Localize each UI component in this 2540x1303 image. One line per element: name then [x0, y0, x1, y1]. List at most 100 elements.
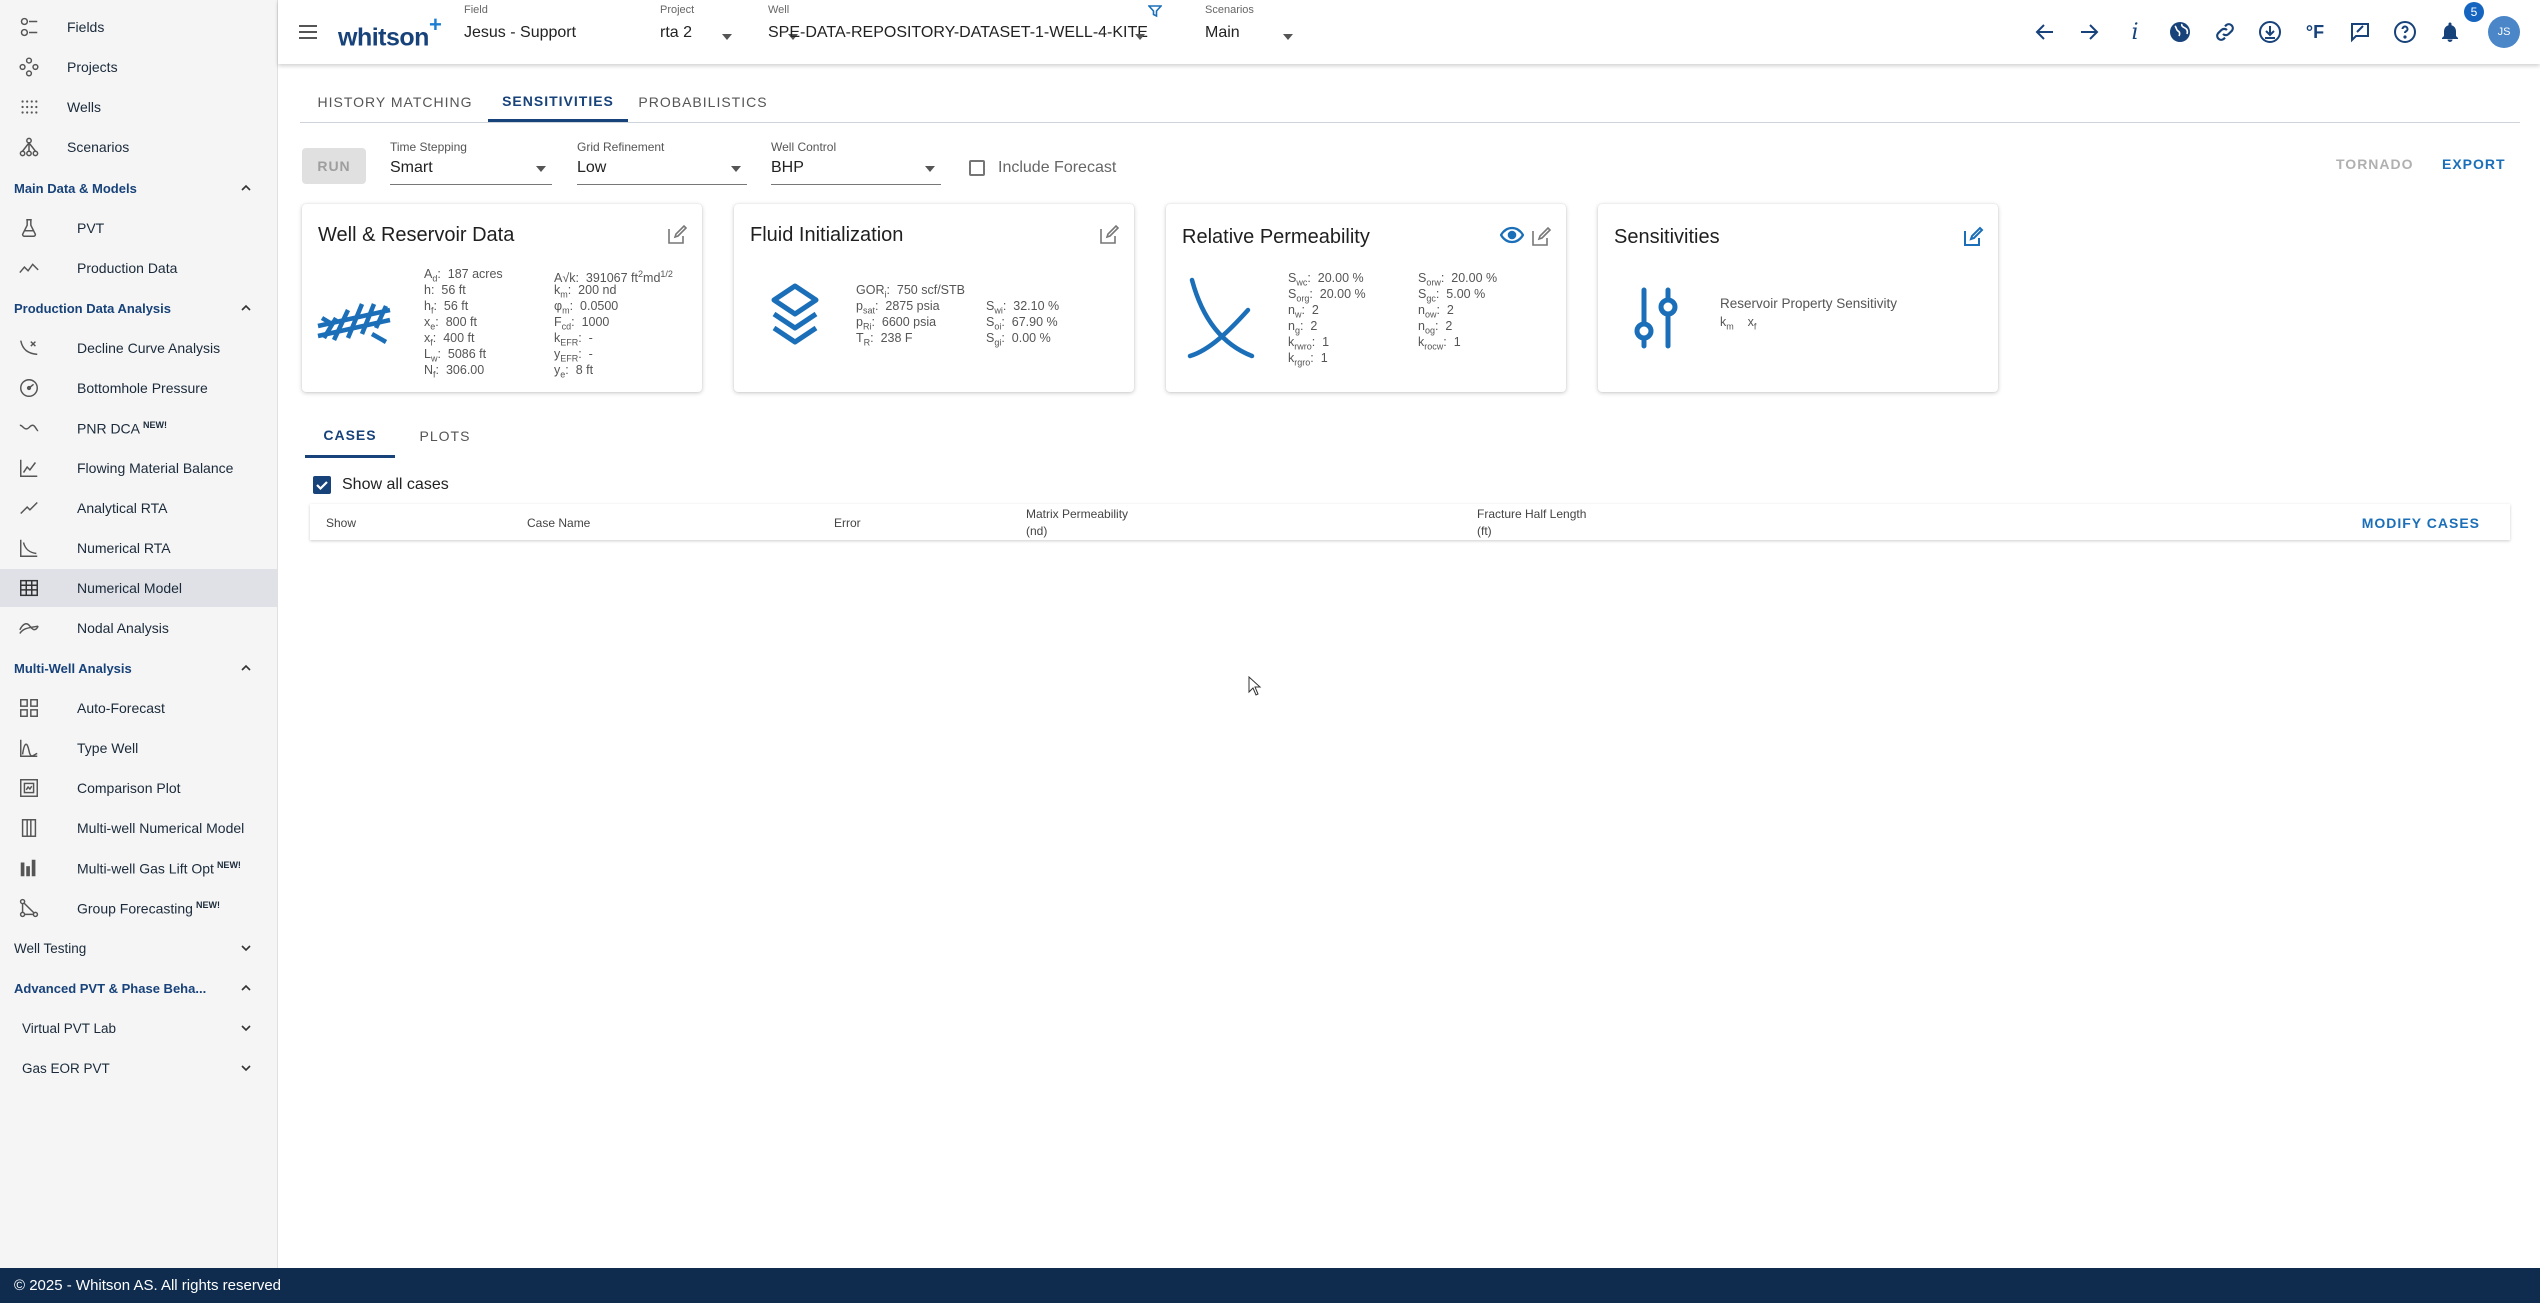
sub-tabs: CASES PLOTS	[305, 414, 2515, 458]
sidebar-item-pnr-dca[interactable]: PNR DCA NEW!	[0, 409, 277, 447]
section-main-data[interactable]: Main Data & Models	[0, 169, 277, 207]
feedback-icon[interactable]	[2344, 16, 2376, 48]
edit-icon[interactable]	[1530, 226, 1552, 248]
section-label: Multi-Well Analysis	[14, 660, 132, 676]
project-caption: Project	[660, 4, 695, 16]
globe-icon[interactable]	[2164, 16, 2196, 48]
section-advanced-pvt[interactable]: Advanced PVT & Phase Beha...	[0, 969, 277, 1007]
well-caption: Well	[768, 4, 790, 16]
well-select[interactable]: Well SPE-DATA-REPOSITORY-DATASET-1-WELL-…	[768, 4, 1188, 58]
card-fluid-initialization: Fluid Initialization GORi: 750 scf/STB p…	[734, 204, 1134, 392]
sidebar-item-comparison-plot[interactable]: Comparison Plot	[0, 769, 277, 807]
bell-icon[interactable]	[2434, 16, 2466, 48]
nodal-icon	[18, 617, 40, 639]
grid-refinement-select[interactable]: Grid Refinement Low	[577, 140, 747, 185]
time-stepping-select[interactable]: Time Stepping Smart	[390, 140, 552, 185]
sidebar-item-type-well[interactable]: Type Well	[0, 729, 277, 767]
typewell-icon	[18, 737, 40, 759]
sidebar-item-production-data[interactable]: Production Data	[0, 249, 277, 287]
menu-icon[interactable]	[296, 20, 320, 44]
layers-icon	[770, 282, 820, 348]
edit-icon[interactable]	[1098, 224, 1120, 246]
column-case-name[interactable]: Case Name	[527, 515, 590, 532]
arrow-back-icon[interactable]	[2029, 16, 2061, 48]
card-well-reservoir: Well & Reservoir Data Ad: 187 acres h: 5…	[302, 204, 702, 392]
sidebar-item-group-forecasting[interactable]: Group Forecasting NEW!	[0, 889, 277, 927]
sidebar-item-numerical-model[interactable]: Numerical Model	[0, 569, 277, 607]
sidebar-item-fields[interactable]: Fields	[0, 8, 277, 46]
app-header: whitson+ Field Jesus - Support Project r…	[278, 0, 2540, 64]
relperm-curves-icon	[1186, 276, 1256, 360]
well-control-select[interactable]: Well Control BHP	[771, 140, 941, 185]
download-icon[interactable]	[2254, 16, 2286, 48]
tab-history-matching[interactable]: HISTORY MATCHING	[300, 82, 490, 122]
tab-plots[interactable]: PLOTS	[405, 414, 485, 458]
include-forecast-checkbox[interactable]	[969, 160, 985, 176]
sidebar-item-wells[interactable]: Wells	[0, 88, 277, 126]
scenario-value: Main	[1205, 24, 1240, 41]
sidebar-item-decline-curve-analysis[interactable]: Decline Curve Analysis	[0, 329, 277, 367]
caret-down-icon	[536, 166, 546, 172]
sidebar-item-auto-forecast[interactable]: Auto-Forecast	[0, 689, 277, 727]
column-show[interactable]: Show	[326, 515, 356, 532]
column-fracture-half-length[interactable]: Fracture Half Length (ft)	[1477, 506, 1586, 540]
card-title: Well & Reservoir Data	[318, 224, 515, 246]
include-forecast-label: Include Forecast	[998, 159, 1117, 176]
sidebar-item-label: Scenarios	[67, 139, 130, 155]
tab-cases[interactable]: CASES	[305, 414, 395, 458]
link-icon[interactable]	[2209, 16, 2241, 48]
sidebar-item-analytical-rta[interactable]: Analytical RTA	[0, 489, 277, 527]
caret-down-icon	[925, 166, 935, 172]
modify-cases-button[interactable]: MODIFY CASES	[2362, 515, 2480, 531]
info-icon[interactable]: i	[2119, 16, 2151, 48]
caret-down-icon	[722, 34, 732, 40]
eye-icon[interactable]	[1499, 224, 1525, 246]
temperature-unit-icon[interactable]: °F	[2299, 16, 2331, 48]
help-icon[interactable]	[2389, 16, 2421, 48]
tornado-button[interactable]: TORNADO	[2336, 156, 2414, 172]
card-sensitivities: Sensitivities Reservoir Property Sensiti…	[1598, 204, 1998, 392]
section-gas-eor-pvt[interactable]: Gas EOR PVT	[0, 1049, 277, 1087]
sidebar-item-multi-well-gas-lift-opt[interactable]: Multi-well Gas Lift Opt NEW!	[0, 849, 277, 887]
sidebar-item-nodal-analysis[interactable]: Nodal Analysis	[0, 609, 277, 647]
analytical-icon	[18, 497, 40, 519]
column-matrix-permeability[interactable]: Matrix Permeability (nd)	[1026, 506, 1128, 540]
column-error[interactable]: Error	[834, 515, 861, 532]
sidebar-item-label: Decline Curve Analysis	[77, 340, 221, 356]
section-well-testing[interactable]: Well Testing	[0, 929, 277, 967]
sensitivity-subtitle: Reservoir Property Sensitivity	[1720, 296, 1898, 311]
section-virtual-pvt-lab[interactable]: Virtual PVT Lab	[0, 1009, 277, 1047]
sidebar-item-bottomhole-pressure[interactable]: Bottomhole Pressure	[0, 369, 277, 407]
sidebar-item-projects[interactable]: Projects	[0, 48, 277, 86]
edit-icon[interactable]	[1962, 226, 1984, 248]
chevron-up-icon	[239, 981, 253, 995]
edit-icon[interactable]	[666, 224, 688, 246]
sidebar-item-pvt[interactable]: PVT	[0, 209, 277, 247]
run-button[interactable]: RUN	[302, 148, 366, 184]
project-select[interactable]: Project rta 2	[660, 4, 740, 58]
filter-icon[interactable]	[1147, 4, 1163, 18]
field-caption: Field	[464, 4, 488, 16]
export-button[interactable]: EXPORT	[2442, 156, 2506, 172]
tab-sensitivities[interactable]: SENSITIVITIES	[488, 82, 628, 122]
fracture-well-icon	[316, 290, 392, 356]
main-tabs: HISTORY MATCHING SENSITIVITIES PROBABILI…	[300, 82, 2520, 123]
sidebar-item-label: Nodal Analysis	[77, 620, 169, 636]
sidebar-item-numerical-rta[interactable]: Numerical RTA	[0, 529, 277, 567]
section-label: Virtual PVT Lab	[22, 1020, 117, 1036]
avatar[interactable]: JS	[2488, 16, 2520, 48]
sidebar-item-scenarios[interactable]: Scenarios	[0, 128, 277, 166]
sidebar-item-multi-well-numerical-model[interactable]: Multi-well Numerical Model	[0, 809, 277, 847]
field-select[interactable]: Field Jesus - Support	[464, 4, 798, 58]
fields-icon	[18, 16, 40, 38]
caret-down-icon	[731, 166, 741, 172]
scenario-select[interactable]: Scenarios Main	[1205, 4, 1345, 58]
show-all-cases-checkbox[interactable]	[313, 476, 331, 494]
flask-icon	[18, 217, 40, 239]
chevron-down-icon	[239, 941, 253, 955]
section-production-data-analysis[interactable]: Production Data Analysis	[0, 289, 277, 327]
section-multi-well-analysis[interactable]: Multi-Well Analysis	[0, 649, 277, 687]
sidebar-item-flowing-material-balance[interactable]: Flowing Material Balance	[0, 449, 277, 487]
arrow-forward-icon[interactable]	[2073, 16, 2105, 48]
tab-probabilistics[interactable]: PROBABILISTICS	[628, 82, 778, 122]
